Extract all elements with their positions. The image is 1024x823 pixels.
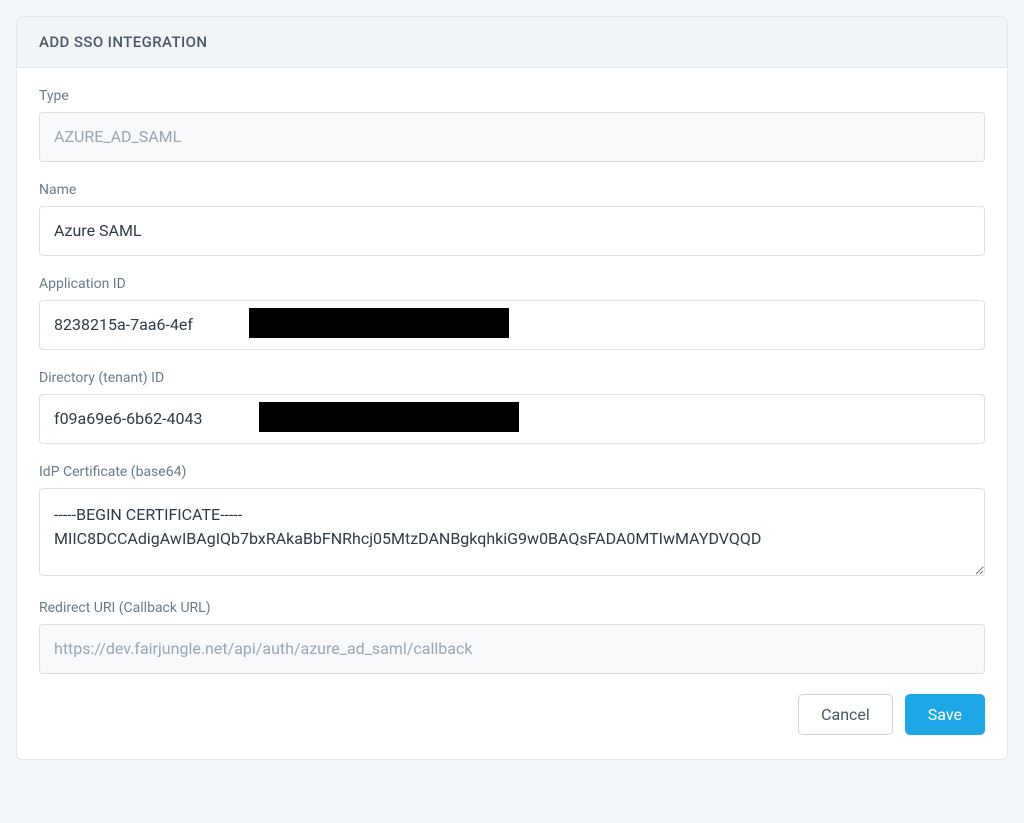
card-header: ADD SSO INTEGRATION — [17, 17, 1007, 68]
input-application-id[interactable] — [39, 300, 985, 350]
label-application-id: Application ID — [39, 276, 985, 292]
input-wrap-application-id — [39, 300, 985, 350]
card-title: ADD SSO INTEGRATION — [39, 33, 207, 51]
input-tenant-id[interactable] — [39, 394, 985, 444]
input-type — [39, 112, 985, 162]
input-name[interactable] — [39, 206, 985, 256]
field-idp-certificate: IdP Certificate (base64) — [39, 464, 985, 580]
cancel-button[interactable]: Cancel — [798, 694, 893, 735]
textarea-idp-certificate[interactable] — [39, 488, 985, 576]
save-button[interactable]: Save — [905, 694, 985, 735]
input-wrap-tenant-id — [39, 394, 985, 444]
field-name: Name — [39, 182, 985, 256]
label-name: Name — [39, 182, 985, 198]
field-tenant-id: Directory (tenant) ID — [39, 370, 985, 444]
card-body: Type Name Application ID Directory (tena… — [17, 68, 1007, 759]
label-idp-certificate: IdP Certificate (base64) — [39, 464, 985, 480]
label-type: Type — [39, 88, 985, 104]
form-actions: Cancel Save — [39, 694, 985, 735]
field-application-id: Application ID — [39, 276, 985, 350]
field-redirect-uri: Redirect URI (Callback URL) — [39, 600, 985, 674]
sso-integration-card: ADD SSO INTEGRATION Type Name Applicatio… — [16, 16, 1008, 760]
input-redirect-uri — [39, 624, 985, 674]
label-tenant-id: Directory (tenant) ID — [39, 370, 985, 386]
field-type: Type — [39, 88, 985, 162]
label-redirect-uri: Redirect URI (Callback URL) — [39, 600, 985, 616]
